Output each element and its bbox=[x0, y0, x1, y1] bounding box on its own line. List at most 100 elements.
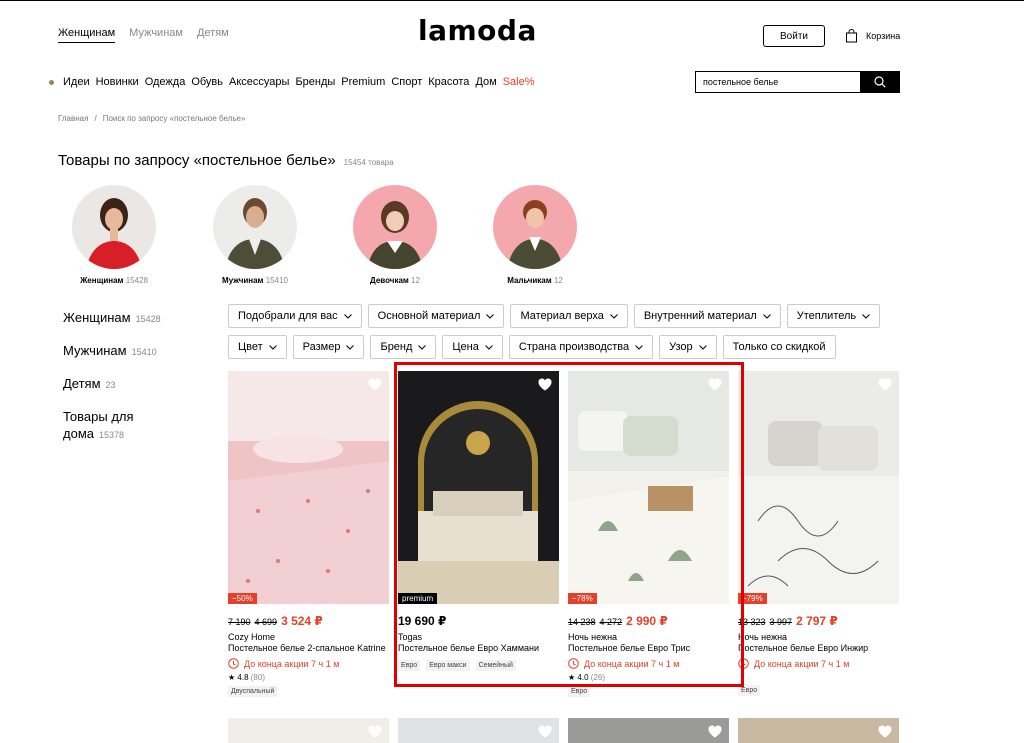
old-price: 3 997 bbox=[769, 617, 793, 627]
filter-main-material[interactable]: Основной материал bbox=[367, 304, 505, 328]
size-tag[interactable]: Двуспальный bbox=[228, 686, 278, 697]
old-price: 4 699 bbox=[254, 617, 278, 627]
heart-icon[interactable] bbox=[878, 378, 892, 391]
logo[interactable]: lamoda bbox=[418, 14, 537, 47]
product-card[interactable]: −50% 7 190 4 699 3 524 ₽ Cozy Home Посте… bbox=[228, 371, 389, 697]
page-title: Товары по запросу «постельное белье» 154… bbox=[58, 152, 394, 169]
nav-item-brands[interactable]: Бренды bbox=[295, 76, 335, 88]
cart-link[interactable]: Корзина bbox=[845, 29, 900, 43]
category-men[interactable]: Мужчинам 15410 bbox=[210, 185, 300, 285]
sidebar-item-home-goods[interactable]: Товары для дома 15378 bbox=[63, 408, 153, 444]
nav-item-accessories[interactable]: Аксессуары bbox=[229, 76, 289, 88]
premium-badge: premium bbox=[398, 593, 438, 604]
category-women[interactable]: Женщинам 15428 bbox=[69, 185, 159, 285]
size-tag[interactable]: Евро bbox=[398, 660, 421, 671]
product-image[interactable]: −79% bbox=[738, 371, 899, 604]
current-price: 2 797 ₽ bbox=[796, 614, 838, 628]
product-image-next-row[interactable] bbox=[398, 718, 559, 743]
clock-icon bbox=[738, 658, 749, 669]
sidebar-item-women[interactable]: Женщинам 15428 bbox=[63, 309, 183, 328]
size-tag[interactable]: Семейный bbox=[475, 660, 516, 671]
heart-icon[interactable] bbox=[538, 725, 552, 738]
heart-icon[interactable] bbox=[708, 725, 722, 738]
filter-discount-only[interactable]: Только со скидкой bbox=[722, 335, 836, 359]
promo-timer: До конца акции 7 ч 1 м bbox=[568, 658, 729, 669]
current-price: 3 524 ₽ bbox=[281, 614, 323, 628]
size-tags: Евро bbox=[738, 685, 899, 696]
product-image[interactable]: −78% bbox=[568, 371, 729, 604]
search-button[interactable] bbox=[860, 71, 900, 93]
product-name[interactable]: Постельное белье Евро Хаммани bbox=[398, 643, 559, 653]
filter-insulation[interactable]: Утеплитель bbox=[786, 304, 881, 328]
product-image[interactable]: premium bbox=[398, 371, 559, 604]
filter-price[interactable]: Цена bbox=[442, 335, 503, 359]
category-girls[interactable]: Девочкам 12 bbox=[350, 185, 440, 285]
nav-item-clothes[interactable]: Одежда bbox=[145, 76, 186, 88]
product-card[interactable]: −78% 14 238 4 272 2 990 ₽ Ночь нежна Пос… bbox=[568, 371, 729, 697]
size-tag[interactable]: Евро макси bbox=[426, 660, 470, 671]
filter-brand[interactable]: Бренд bbox=[370, 335, 437, 359]
tab-men[interactable]: Мужчинам bbox=[129, 27, 183, 43]
filter-country[interactable]: Страна производства bbox=[508, 335, 654, 359]
category-boys[interactable]: Мальчикам 12 bbox=[490, 185, 580, 285]
bag-icon bbox=[846, 29, 857, 43]
product-rating: ★ 4.8 (80) bbox=[228, 673, 265, 682]
category-boys-image bbox=[493, 185, 577, 269]
filter-size[interactable]: Размер bbox=[292, 335, 365, 359]
chevron-down-icon bbox=[268, 344, 277, 350]
product-image-next-row[interactable] bbox=[738, 718, 899, 743]
promo-timer: До конца акции 7 ч 1 м bbox=[228, 658, 389, 669]
filter-upper-material[interactable]: Материал верха bbox=[510, 304, 628, 328]
heart-icon[interactable] bbox=[368, 378, 382, 391]
nav-item-home[interactable]: Дом bbox=[475, 76, 496, 88]
nav-item-sport[interactable]: Спорт bbox=[391, 76, 422, 88]
current-price: 19 690 ₽ bbox=[398, 614, 447, 628]
filter-color[interactable]: Цвет bbox=[228, 335, 287, 359]
product-name[interactable]: Постельное белье 2-спальное Katrine bbox=[228, 643, 389, 653]
price-block: 14 238 4 272 2 990 ₽ bbox=[568, 614, 729, 628]
tab-women[interactable]: Женщинам bbox=[58, 27, 116, 43]
size-tag[interactable]: Евро bbox=[568, 686, 591, 697]
nav-item-beauty[interactable]: Красота bbox=[428, 76, 469, 88]
price-block: 13 323 3 997 2 797 ₽ bbox=[738, 614, 899, 628]
product-card[interactable]: premium 19 690 ₽ Togas Постельное белье … bbox=[398, 371, 559, 671]
old-price: 13 323 bbox=[738, 617, 766, 627]
size-tag[interactable]: Евро bbox=[738, 685, 761, 696]
heart-icon[interactable] bbox=[708, 378, 722, 391]
login-button[interactable]: Войти bbox=[763, 25, 825, 47]
sidebar: Женщинам 15428 Мужчинам 15410 Детям 23 Това… bbox=[63, 309, 183, 458]
breadcrumb-home[interactable]: Главная bbox=[58, 114, 88, 123]
product-name[interactable]: Постельное белье Евро Трис bbox=[568, 643, 729, 653]
chevron-down-icon bbox=[346, 344, 355, 350]
product-image[interactable]: −50% bbox=[228, 371, 389, 604]
search-bar bbox=[695, 71, 900, 93]
product-brand: Cozy Home bbox=[228, 632, 276, 642]
clock-icon bbox=[568, 658, 579, 669]
nav-item-ideas[interactable]: Идеи bbox=[63, 76, 90, 88]
product-name[interactable]: Постельное белье Евро Инжир bbox=[738, 643, 899, 653]
chevron-down-icon bbox=[418, 344, 427, 350]
chevron-down-icon bbox=[862, 313, 870, 319]
heart-icon[interactable] bbox=[368, 725, 382, 738]
result-count: 15454 товара bbox=[343, 158, 394, 167]
product-card[interactable]: −79% 13 323 3 997 2 797 ₽ Ночь нежна Пос… bbox=[738, 371, 899, 696]
current-price: 2 990 ₽ bbox=[626, 614, 668, 628]
nav-item-shoes[interactable]: Обувь bbox=[191, 76, 223, 88]
heart-icon[interactable] bbox=[538, 378, 552, 391]
nav-item-new[interactable]: Новинки bbox=[96, 76, 139, 88]
sidebar-item-men[interactable]: Мужчинам 15410 bbox=[63, 342, 183, 361]
heart-icon[interactable] bbox=[878, 725, 892, 738]
category-men-image bbox=[213, 185, 297, 269]
clock-icon bbox=[228, 658, 239, 669]
product-image-next-row[interactable] bbox=[568, 718, 729, 743]
nav-item-premium[interactable]: Premium bbox=[341, 76, 385, 88]
sidebar-item-kids[interactable]: Детям 23 bbox=[63, 375, 183, 394]
tab-kids[interactable]: Детям bbox=[197, 27, 229, 43]
filter-pattern[interactable]: Узор bbox=[659, 335, 717, 359]
breadcrumb-current: Поиск по запросу «постельное белье» bbox=[102, 114, 246, 123]
nav-item-sale[interactable]: Sale% bbox=[503, 76, 535, 88]
product-image-next-row[interactable] bbox=[228, 718, 389, 743]
filter-recommended[interactable]: Подобрали для вас bbox=[228, 304, 362, 328]
filter-inner-material[interactable]: Внутренний материал bbox=[633, 304, 781, 328]
search-input[interactable] bbox=[695, 71, 860, 93]
